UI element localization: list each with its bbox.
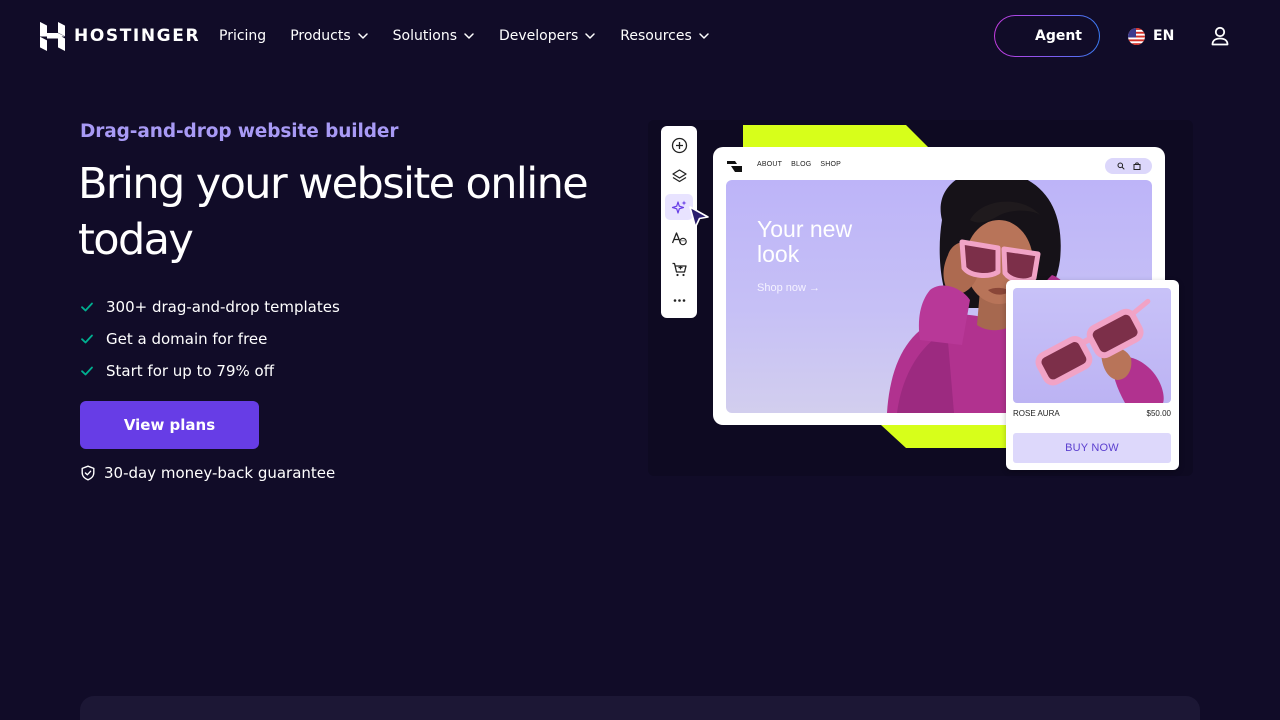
product-name: ROSE AURA <box>1013 409 1060 418</box>
sunglasses-image <box>1035 298 1164 403</box>
agent-button[interactable]: Agent <box>994 15 1100 57</box>
buy-now-button: BUY NOW <box>1013 433 1171 463</box>
site-nav-item: BLOG <box>791 161 812 168</box>
website-builder-illustration: ABOUT BLOG SHOP Your new look Shop now →… <box>648 120 1200 480</box>
hero-headline: Bring your website online today <box>78 159 589 265</box>
ai-sparkle-icon <box>671 200 686 214</box>
feature-item: 300+ drag-and-drop templates <box>80 291 340 323</box>
check-icon <box>81 366 93 376</box>
menu-item-label: Resources <box>620 28 692 44</box>
site-hero-link: Shop now → <box>757 282 820 294</box>
product-price: $50.00 <box>1146 409 1171 418</box>
site-nav: ABOUT BLOG SHOP <box>757 161 841 168</box>
next-section-card <box>80 696 1200 720</box>
language-selector[interactable]: EN <box>1128 26 1174 46</box>
hostinger-logo[interactable]: HOSTINGER <box>40 21 200 51</box>
us-flag-icon <box>1128 27 1145 45</box>
mouse-cursor-icon <box>689 206 709 228</box>
chevron-down-icon <box>357 33 368 39</box>
typography-icon <box>671 231 687 245</box>
shield-check-icon <box>81 465 95 481</box>
site-actions <box>1105 158 1152 174</box>
language-code: EN <box>1153 28 1175 44</box>
feature-text: Start for up to 79% off <box>106 362 275 380</box>
more-tool[interactable] <box>665 287 693 313</box>
shopping-bag-icon <box>1133 162 1140 170</box>
guarantee-text: 30-day money-back guarantee <box>104 464 336 482</box>
main-menu: Pricing Products Solutions Developers Re… <box>219 24 734 48</box>
site-logo-icon <box>727 161 742 172</box>
site-nav-item: ABOUT <box>757 161 783 168</box>
brand-name: HOSTINGER <box>74 26 201 46</box>
feature-item: Start for up to 79% off <box>80 355 340 387</box>
hostinger-logo-icon <box>40 21 65 51</box>
store-tool[interactable] <box>665 256 693 282</box>
chevron-down-icon <box>585 33 596 39</box>
menu-item-products[interactable]: Products <box>290 28 368 44</box>
top-navigation: HOSTINGER Pricing Products Solutions Dev… <box>0 0 1280 72</box>
menu-item-label: Pricing <box>219 28 267 44</box>
layers-icon <box>671 168 687 182</box>
money-back-guarantee: 30-day money-back guarantee <box>80 462 335 484</box>
menu-item-developers[interactable]: Developers <box>499 28 596 44</box>
add-icon <box>671 137 687 153</box>
menu-item-pricing[interactable]: Pricing <box>219 28 266 44</box>
menu-item-solutions[interactable]: Solutions <box>393 28 475 44</box>
feature-text: 300+ drag-and-drop templates <box>106 298 340 316</box>
check-icon <box>81 334 93 344</box>
product-image <box>1013 288 1171 403</box>
view-plans-button[interactable]: View plans <box>80 401 259 449</box>
menu-item-resources[interactable]: Resources <box>620 28 710 44</box>
agent-button-label: Agent <box>995 16 1099 56</box>
add-element-tool[interactable] <box>665 132 693 158</box>
site-nav-item: SHOP <box>820 161 842 168</box>
search-icon <box>1117 162 1125 170</box>
layers-tool[interactable] <box>665 163 693 189</box>
site-hero-title: Your new look <box>757 216 853 267</box>
feature-item: Get a domain for free <box>80 323 340 355</box>
feature-text: Get a domain for free <box>106 330 268 348</box>
hero-eyebrow: Drag-and-drop website builder <box>80 121 399 142</box>
chevron-down-icon <box>464 33 474 39</box>
menu-item-label: Developers <box>498 28 579 44</box>
menu-item-label: Products <box>290 28 351 44</box>
user-account-icon[interactable] <box>1209 25 1231 47</box>
feature-list: 300+ drag-and-drop templates Get a domai… <box>80 291 340 387</box>
product-card: ROSE AURA $50.00 BUY NOW <box>1006 280 1179 470</box>
chevron-down-icon <box>699 33 709 39</box>
menu-item-label: Solutions <box>392 28 457 44</box>
cart-icon <box>672 262 687 276</box>
more-icon <box>673 298 685 302</box>
check-icon <box>81 302 93 312</box>
